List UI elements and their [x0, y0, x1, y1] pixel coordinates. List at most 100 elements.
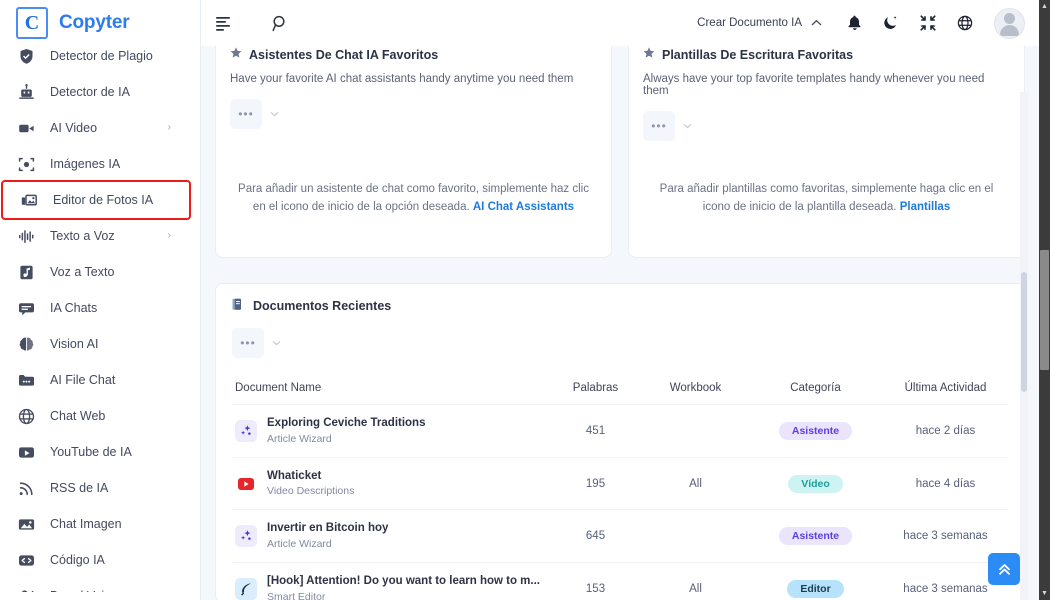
feather-pen-icon [235, 577, 257, 600]
app-root: C Copyter Detector de Plagio Detector de … [0, 0, 1050, 600]
document-subtitle: Article Wizard [267, 432, 332, 445]
create-document-button[interactable]: Crear Documento IA [697, 17, 802, 29]
photo-stack-icon [19, 190, 39, 210]
top-header: Crear Documento IA [201, 0, 1039, 46]
card-title-text: Plantillas De Escritura Favoritas [662, 47, 854, 62]
globe-icon[interactable] [948, 6, 982, 40]
avatar[interactable] [994, 7, 1025, 39]
favorites-cards-row: Asistentes De Chat IA Favoritos Have you… [201, 46, 1039, 258]
sidebar-item-detector-de-plagio[interactable]: Detector de Plagio [0, 38, 200, 74]
brain-icon [16, 334, 36, 354]
inner-scrollbar[interactable] [1020, 92, 1028, 600]
table-row[interactable]: Invertir en Bitcoin hoy Article Wizard 6… [232, 509, 1008, 564]
ellipsis-icon: ••• [240, 336, 256, 350]
cell-workbook: All [643, 457, 748, 511]
cell-categoria: Asistente [748, 404, 883, 458]
sidebar-item-c-digo-ia[interactable]: Código IA [0, 542, 200, 578]
code-brackets-icon [16, 550, 36, 570]
sidebar-item-chat-web[interactable]: Chat Web [0, 398, 200, 434]
sparkles-icon [235, 419, 257, 442]
sidebar-item-im-genes-ia[interactable]: Imágenes IA [0, 146, 200, 182]
document-subtitle: Article Wizard [267, 537, 332, 550]
card-subtitle: Have your favorite AI chat assistants ha… [230, 73, 574, 85]
document-title: Invertir en Bitcoin hoy [267, 522, 389, 535]
sidebar-item-detector-de-ia[interactable]: Detector de IA [0, 74, 200, 110]
column-header-categoria[interactable]: Categoría [748, 374, 883, 405]
card-options-button[interactable]: ••• [230, 99, 262, 129]
video-camera-icon [16, 118, 36, 138]
sidebar-item-ai-video[interactable]: AI Video › [0, 110, 200, 146]
ellipsis-icon: ••• [238, 107, 254, 121]
favorite-templates-card: Plantillas De Escritura Favoritas Always… [628, 46, 1025, 258]
search-icon[interactable] [263, 6, 297, 40]
brand-voice-icon [16, 586, 36, 592]
table-row[interactable]: Exploring Ceviche Traditions Article Wiz… [232, 404, 1008, 458]
sidebar-item-texto-a-voz[interactable]: Texto a Voz › [0, 218, 200, 254]
column-header-document-name[interactable]: Document Name [232, 374, 548, 405]
inner-scrollbar-thumb[interactable] [1021, 272, 1027, 392]
cell-document-name[interactable]: Invertir en Bitcoin hoy Article Wizard [232, 509, 548, 564]
brand-name: Copyter [59, 12, 130, 33]
table-row[interactable]: [Hook] Attention! Do you want to learn h… [232, 562, 1008, 600]
chevron-right-icon[interactable]: › [168, 231, 171, 241]
cell-document-name[interactable]: Exploring Ceviche Traditions Article Wiz… [232, 404, 548, 458]
card-hint-link[interactable]: Plantillas [900, 201, 951, 213]
sidebar-item-editor-de-fotos-ia[interactable]: Editor de Fotos IA [1, 180, 191, 220]
cell-categoria: Asistente [748, 509, 883, 564]
panel-title-row: Documentos Recientes [232, 298, 1008, 314]
bell-icon[interactable] [837, 6, 871, 40]
sidebar-item-label: Detector de Plagio [50, 49, 153, 63]
document-title: Exploring Ceviche Traditions [267, 417, 426, 429]
cell-workbook [643, 509, 748, 564]
column-header-palabras[interactable]: Palabras [548, 374, 643, 405]
compress-icon[interactable] [911, 6, 945, 40]
document-subtitle: Video Descriptions [267, 485, 355, 498]
sidebar-item-vision-ai[interactable]: Vision AI [0, 326, 200, 362]
sidebar-item-ia-chats[interactable]: IA Chats [0, 290, 200, 326]
sidebar-item-label: Imágenes IA [50, 157, 121, 171]
sidebar-item-label: Detector de IA [50, 85, 130, 99]
card-title-row: Plantillas De Escritura Favoritas [643, 47, 1010, 62]
cell-document-name[interactable]: Whaticket Video Descriptions [232, 457, 548, 511]
sidebar-item-label: Vision AI [50, 337, 99, 351]
column-header-workbook[interactable]: Workbook [643, 374, 748, 405]
cell-palabras: 195 [548, 457, 643, 511]
panel-options-button[interactable]: ••• [232, 328, 264, 358]
sidebar-item-voz-a-texto[interactable]: Voz a Texto [0, 254, 200, 290]
card-hint-link[interactable]: AI Chat Assistants [473, 201, 574, 213]
chevron-down-icon[interactable] [683, 122, 692, 131]
cell-document-name[interactable]: [Hook] Attention! Do you want to learn h… [232, 562, 548, 600]
browser-scrollbar[interactable]: ▲ ▼ [1039, 0, 1050, 600]
card-title-row: Asistentes De Chat IA Favoritos [230, 47, 597, 62]
chat-bubble-icon [16, 298, 36, 318]
youtube-play-icon [235, 472, 257, 495]
sidebar-item-brand-voice[interactable]: Brand Voice [0, 578, 200, 592]
browser-scrollbar-thumb[interactable] [1040, 250, 1049, 370]
chevron-right-icon[interactable]: › [168, 123, 171, 133]
sidebar-item-label: Chat Web [50, 409, 106, 423]
menu-lines-icon[interactable] [207, 6, 241, 40]
scrollbar-up-arrow-icon[interactable]: ▲ [1039, 1, 1050, 12]
folder-chat-icon [16, 370, 36, 390]
sidebar-item-chat-imagen[interactable]: Chat Imagen [0, 506, 200, 542]
scroll-to-top-button[interactable] [988, 553, 1020, 585]
table-row[interactable]: Whaticket Video Descriptions 195 All Víd… [232, 457, 1008, 511]
cell-categoria: Editor [748, 562, 883, 600]
sidebar-item-rss-de-ia[interactable]: RSS de IA [0, 470, 200, 506]
cell-workbook [643, 404, 748, 458]
sidebar-item-ai-file-chat[interactable]: AI File Chat [0, 362, 200, 398]
moon-star-icon[interactable] [874, 6, 908, 40]
sidebar-item-youtube-de-ia[interactable]: YouTube de IA [0, 434, 200, 470]
rss-icon [16, 478, 36, 498]
scrollbar-down-arrow-icon[interactable]: ▼ [1039, 588, 1050, 599]
sidebar-item-label: AI File Chat [50, 373, 116, 387]
card-hint: Para añadir un asistente de chat como fa… [230, 181, 597, 217]
column-header-ultima-actividad[interactable]: Última Actividad [883, 374, 1008, 405]
chevron-down-icon[interactable] [272, 339, 281, 348]
chevron-up-icon[interactable] [811, 17, 822, 29]
card-title-text: Asistentes De Chat IA Favoritos [249, 47, 439, 62]
chevron-down-icon[interactable] [270, 110, 279, 119]
cell-ultima-actividad: hace 4 días [883, 457, 1008, 511]
recent-documents-panel: Documentos Recientes ••• Document Name P… [215, 283, 1025, 600]
card-options-button[interactable]: ••• [643, 111, 675, 141]
